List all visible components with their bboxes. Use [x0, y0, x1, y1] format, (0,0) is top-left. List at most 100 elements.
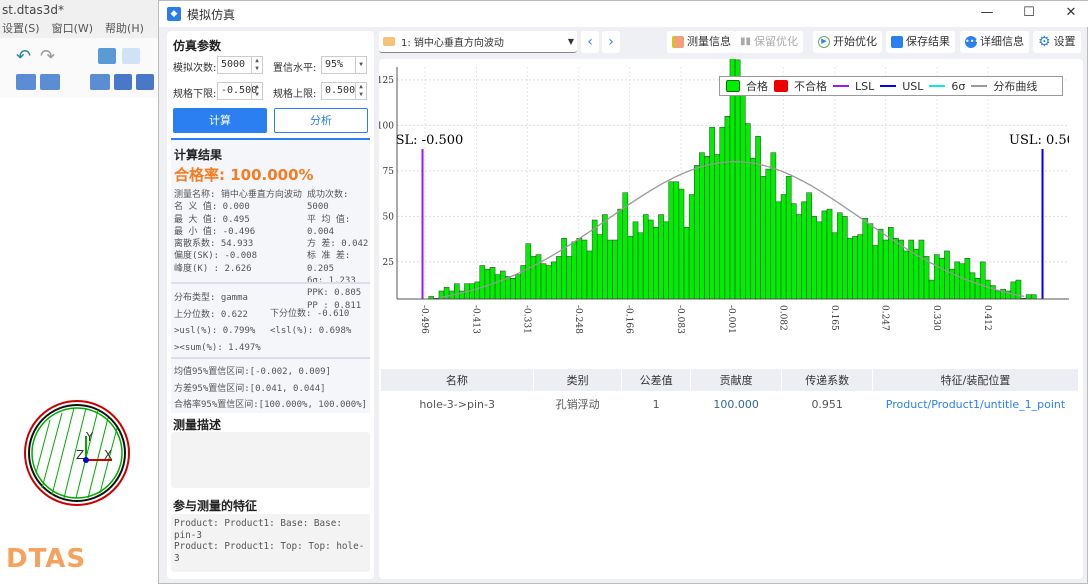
spinner-icon[interactable]: ▲ ▼ — [251, 83, 262, 99]
legend-label: LSL — [855, 79, 875, 93]
calculate-button[interactable]: 计算 — [173, 108, 267, 133]
histogram-bar — [1030, 294, 1037, 300]
column-header[interactable]: 传递系数 — [781, 369, 873, 391]
sum-out: ><sum(%): 1.497% — [174, 342, 261, 353]
save-results-button[interactable]: 保存结果 — [886, 31, 955, 53]
ci-variance: 方差95%置信区间:[0.041, 0.044] — [174, 383, 326, 394]
histogram-chart: 25 50 75 100 125 -0.496 -0.413 -0.331 -0.248 -0.1… — [379, 59, 1069, 334]
histogram-bar — [918, 239, 925, 300]
cell-tolerance: 1 — [652, 397, 660, 411]
bar-chart-icon: ▮▮ — [740, 36, 752, 47]
x-tick-label: 0.330 — [931, 305, 941, 331]
tool-icon[interactable] — [122, 48, 140, 64]
pass-rate: 合格率: 100.000% — [174, 166, 314, 184]
undo-icon[interactable]: ↶ — [16, 46, 31, 67]
histogram-bar — [847, 237, 853, 300]
histogram-bar — [443, 287, 450, 300]
histogram-bar — [525, 243, 532, 300]
maximize-button[interactable]: ☐ — [1019, 5, 1039, 20]
histogram-bar — [678, 188, 685, 300]
y-tick-label: 100 — [379, 121, 394, 131]
upper-limit-input[interactable]: 0.500 ▲ ▼ — [321, 82, 367, 100]
menu-window[interactable]: 窗口(W) — [52, 20, 93, 36]
redo-icon[interactable]: ↷ — [40, 46, 55, 67]
label: 测量信息 — [687, 35, 731, 48]
column-header[interactable]: 贡献度 — [690, 369, 783, 391]
dropdown-icon[interactable]: ▼ — [355, 57, 366, 73]
tool-icon[interactable] — [98, 48, 116, 64]
histogram-bar — [1025, 294, 1032, 300]
stats-left: 测量名称: 销中心垂直方向波动名 义 值: 0.000 最 大 值: 0.495 最… — [174, 189, 302, 275]
menu-bar: 设置(S) 窗口(W) 帮助(H) — [2, 20, 144, 36]
histogram-bar — [617, 208, 623, 300]
description-textarea[interactable] — [171, 432, 370, 488]
measure-info-button[interactable]: 测量信息 — [667, 31, 736, 53]
cube-icon[interactable] — [136, 74, 154, 90]
confidence-select[interactable]: 95% ▼ — [321, 56, 367, 74]
menu-help[interactable]: 帮助(H) — [105, 20, 144, 36]
histogram-bar — [586, 250, 593, 300]
lower-quantile: 下分位数: -0.610 — [270, 309, 350, 319]
x-tick-label: -0.248 — [573, 305, 583, 334]
settings-button[interactable]: ⚙ 设置 — [1033, 31, 1081, 53]
label: 详细信息 — [980, 35, 1024, 48]
histogram-bar — [959, 263, 966, 300]
histogram-bar — [745, 123, 751, 300]
histogram-bar — [913, 248, 920, 300]
histogram-bar — [836, 212, 843, 300]
minimize-button[interactable]: — — [977, 5, 997, 20]
features-textarea[interactable]: Product: Product1: Base: Base: pin-3 Pro… — [171, 514, 370, 572]
histogram-bar — [642, 214, 649, 300]
column-header[interactable]: 公差值 — [621, 369, 691, 391]
confidence-intervals: 均值95%置信区间:[-0.002, 0.009] 方差95%置信区间:[0.0… — [174, 364, 367, 414]
results-section: 计算结果 合格率: 100.000% 测量名称: 销中心垂直方向波动名 义 值:… — [171, 138, 370, 413]
histogram-bar — [607, 239, 613, 300]
column-header[interactable]: 类别 — [533, 369, 623, 391]
column-header[interactable]: 特征/装配位置 — [872, 369, 1079, 391]
measure-select-value: 1: 销中心垂直方向波动 — [401, 38, 504, 49]
histogram-bar — [612, 239, 618, 300]
label: 设置 — [1053, 35, 1076, 48]
histogram-bar — [688, 194, 695, 300]
dropdown-icon: ▼ — [567, 37, 574, 46]
histogram-bar — [867, 223, 874, 300]
next-button[interactable]: › — [602, 31, 620, 53]
stat: 偏度(SK): -0.008 — [174, 251, 258, 262]
column-header[interactable]: 名称 — [381, 369, 534, 391]
histogram-bar — [811, 216, 818, 300]
prev-button[interactable]: ‹ — [581, 31, 599, 53]
spinner-icon[interactable]: ▲ ▼ — [355, 83, 366, 99]
cell-location-link[interactable]: Product/Product1/untitle_1_point — [873, 391, 1079, 417]
assembly-icon[interactable] — [90, 74, 110, 90]
menu-settings[interactable]: 设置(S) — [2, 20, 40, 36]
confidence-value: 95% — [325, 59, 344, 70]
histogram-bar — [801, 201, 807, 300]
analyze-button[interactable]: 分析 — [274, 108, 368, 133]
histogram-bar — [821, 210, 828, 300]
histogram-bar — [499, 270, 506, 300]
details-button[interactable]: ••• 详细信息 — [960, 31, 1029, 53]
contributors-table: 名称 类别 公差值 贡献度 传递系数 特征/装配位置 hole-3->pin-3 孔销浮动 1… — [381, 369, 1079, 417]
histogram-bar — [898, 239, 904, 300]
close-button[interactable]: ✕ — [1061, 5, 1081, 20]
save-icon — [891, 36, 903, 48]
stat: 离散系数: 54.933 — [174, 239, 254, 250]
assembly-icon[interactable] — [40, 74, 60, 90]
table-row[interactable]: hole-3->pin-3 孔销浮动 1 100.000 0.951 Product/Pr… — [381, 391, 1079, 417]
under-lsl: <lsl(%): 0.698% — [270, 325, 352, 336]
spinner-icon[interactable]: ▲ ▼ — [251, 57, 262, 73]
lower-limit-input[interactable]: -0.500 ▲ ▼ — [217, 82, 263, 100]
histogram-bar — [556, 256, 562, 300]
y-tick-label: 25 — [383, 258, 395, 268]
histogram-bar — [591, 219, 598, 300]
keep-optimize-button[interactable]: ▮▮ 保留优化 — [735, 31, 804, 53]
count-input[interactable]: 5000 ▲ ▼ — [217, 56, 263, 74]
viewport[interactable]: Y Z X DTAS — [0, 98, 160, 584]
results-heading: 计算结果 — [174, 148, 223, 162]
start-optimize-button[interactable]: ▶ 开始优化 — [813, 31, 882, 53]
measure-select[interactable]: 1: 销中心垂直方向波动 ▼ — [379, 31, 577, 53]
histogram-bar — [760, 176, 766, 300]
assembly-icon[interactable] — [16, 74, 36, 90]
histogram-bar — [923, 256, 930, 300]
cube-icon[interactable] — [114, 74, 132, 90]
